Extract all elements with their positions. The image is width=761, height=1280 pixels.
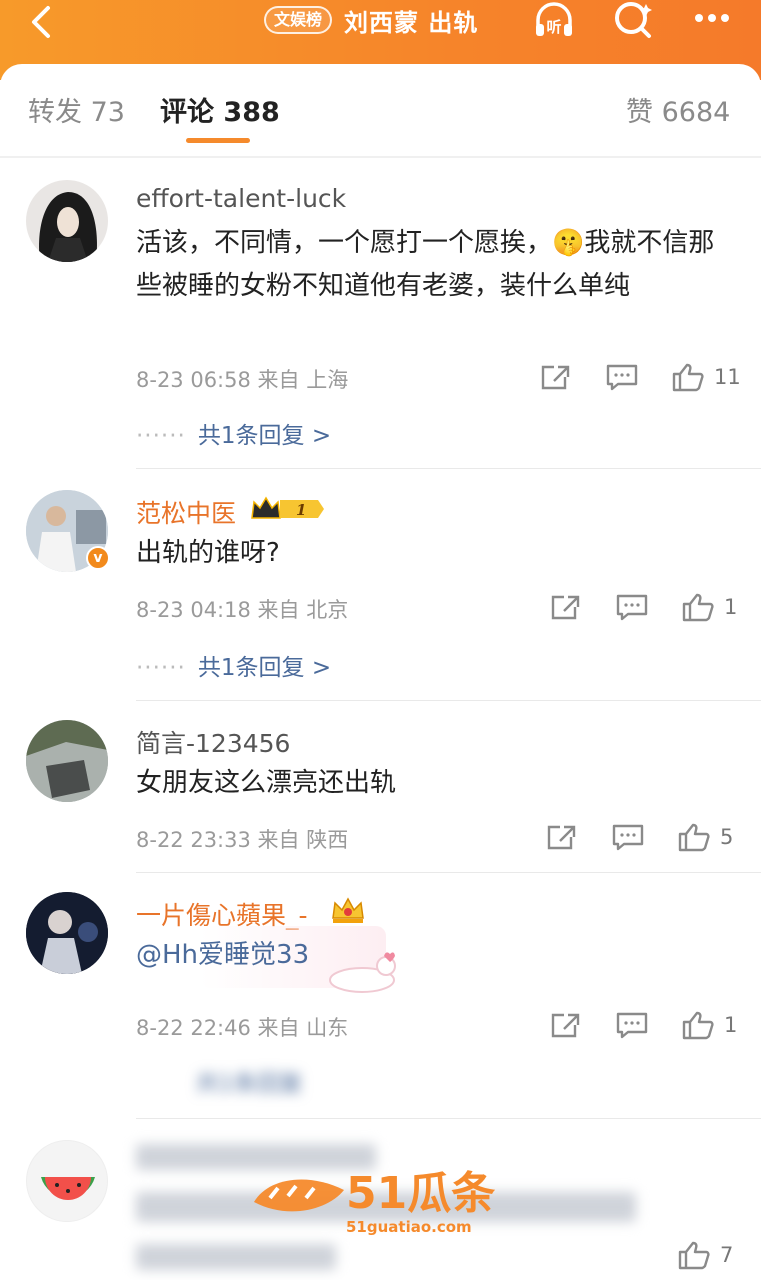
comment-text: 活该，不同情，一个愿打一个愿挨，🤫我就不信那些被睡的女粉不知道他有老婆，装什么单… (136, 228, 715, 301)
svg-text:1: 1 (296, 501, 306, 519)
blurred-meta (136, 1244, 336, 1270)
username[interactable]: 范松中医 (136, 494, 236, 530)
avatar[interactable] (26, 720, 108, 802)
comment-actions: 1 (548, 592, 737, 622)
tab-comment[interactable]: 评论 388 (160, 90, 280, 129)
view-replies-link[interactable]: ······ 共1条回复 > (136, 416, 331, 450)
reply-icon[interactable] (614, 1010, 650, 1040)
tab-like-count: 6684 (661, 97, 731, 128)
tab-like[interactable]: 赞 6684 (626, 90, 730, 129)
watermark-url: 51guatiao.com (346, 1218, 472, 1236)
comment-actions: 11 (538, 362, 741, 392)
view-replies-link[interactable]: 共1条回复 (196, 1064, 303, 1098)
comment-meta: 8-22 22:46 来自 山东 (136, 1016, 349, 1040)
like-icon[interactable] (680, 1010, 716, 1040)
comment-meta: 8-23 06:58 来自 上海 (136, 368, 349, 392)
like-icon[interactable] (670, 362, 706, 392)
comment-meta: 8-23 04:18 来自 北京 (136, 598, 349, 622)
like-icon[interactable] (676, 1240, 712, 1270)
brand-watermark: 51瓜条 51guatiao.com (254, 1168, 495, 1236)
tab-bar: 转发 73 评论 388 赞 6684 (0, 64, 761, 150)
comment-meta: 8-22 23:33 来自 陕西 (136, 828, 349, 852)
share-icon[interactable] (538, 362, 574, 392)
share-icon[interactable] (544, 822, 580, 852)
divider (0, 156, 761, 158)
divider (136, 872, 761, 873)
like-count: 5 (720, 825, 734, 849)
comment-text: 女朋友这么漂亮还出轨 (136, 768, 397, 798)
view-replies-link[interactable]: ······ 共1条回复 > (136, 648, 331, 682)
active-tab-indicator (186, 138, 250, 143)
ellipsis-icon: ······ (136, 423, 186, 449)
avatar[interactable] (26, 892, 108, 974)
tab-comment-count: 388 (223, 97, 280, 128)
avatar[interactable] (26, 1140, 108, 1222)
reply-icon[interactable] (610, 822, 646, 852)
share-icon[interactable] (548, 1010, 584, 1040)
comment-text: 出轨的谁呀? (136, 538, 280, 568)
replies-label: 共1条回复 > (197, 423, 332, 449)
hot-list-badge: 文娱榜 (264, 6, 333, 34)
topic-title: 刘西蒙 出轨 (344, 8, 479, 37)
tab-repost-label: 转发 (28, 97, 82, 128)
verified-badge-icon: v (86, 546, 110, 570)
tab-comment-label: 评论 (160, 97, 214, 128)
tab-like-label: 赞 (626, 97, 653, 128)
replies-label: 共1条回复 > (197, 655, 332, 681)
reply-icon[interactable] (604, 362, 640, 392)
watermelon-icon (41, 1177, 95, 1200)
divider (136, 700, 761, 701)
username[interactable]: effort-talent-luck (136, 184, 346, 213)
like-icon[interactable] (680, 592, 716, 622)
like-count: 1 (724, 1013, 738, 1037)
like-count: 7 (720, 1243, 734, 1267)
fan-level-badge-icon: 1 (251, 496, 324, 519)
tab-repost[interactable]: 转发 73 (28, 90, 125, 129)
like-count: 11 (714, 365, 741, 389)
search-icon[interactable] (612, 0, 656, 40)
crown-badge-icon (332, 897, 364, 923)
like-count: 1 (724, 595, 738, 619)
comment-actions: 7 (676, 1240, 733, 1270)
ellipsis-icon: ······ (136, 655, 186, 681)
header-title-group[interactable]: 文娱榜 刘西蒙 出轨 (264, 2, 478, 38)
comment-actions: 1 (548, 1010, 737, 1040)
watermark-brand: 51瓜条 (346, 1168, 495, 1219)
username[interactable]: 简言-123456 (136, 724, 290, 760)
back-icon[interactable] (22, 2, 62, 42)
tab-repost-count: 73 (90, 97, 125, 128)
avatar[interactable] (26, 180, 108, 262)
comment-actions: 5 (544, 822, 733, 852)
divider (136, 468, 761, 469)
more-icon[interactable] (690, 0, 734, 40)
listen-icon[interactable]: 听 (532, 0, 576, 40)
mention-text[interactable]: @Hh爱睡觉33 (136, 934, 736, 977)
svg-text:听: 听 (546, 18, 561, 36)
share-icon[interactable] (548, 592, 584, 622)
divider (136, 1118, 761, 1119)
like-icon[interactable] (676, 822, 712, 852)
reply-icon[interactable] (614, 592, 650, 622)
